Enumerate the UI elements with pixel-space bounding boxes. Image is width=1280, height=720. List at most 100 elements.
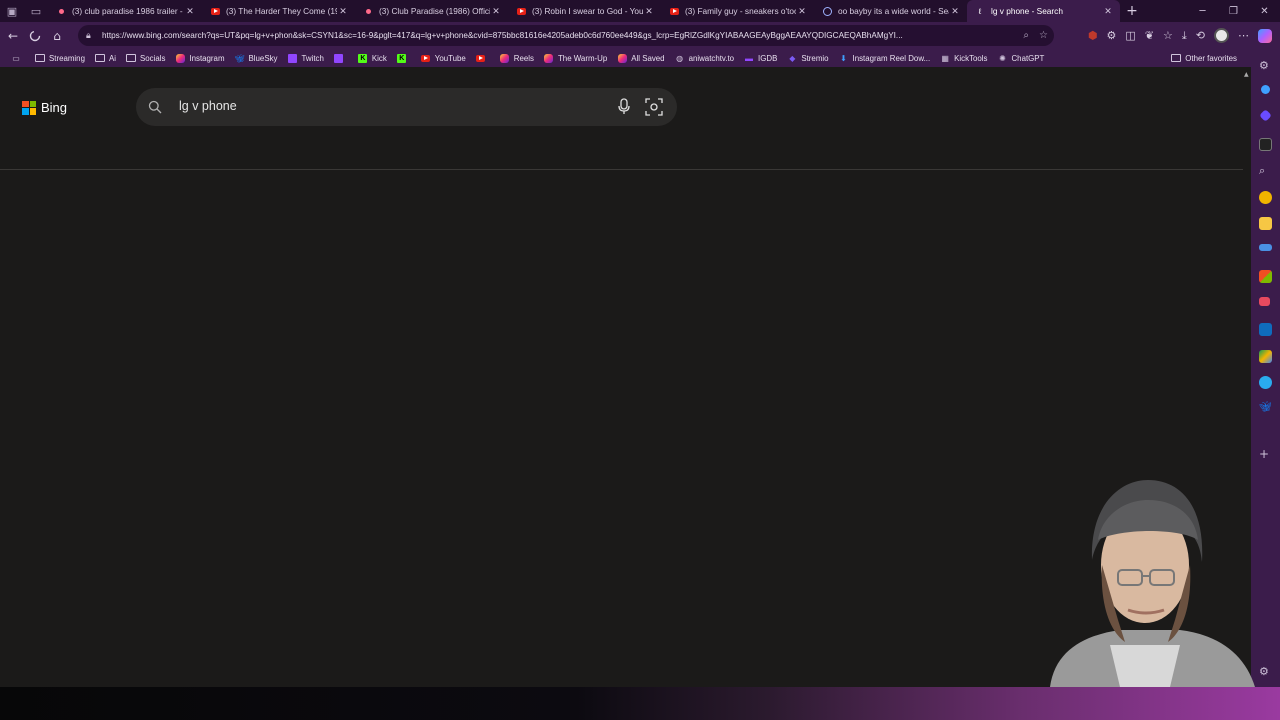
kick-icon: K (397, 53, 407, 63)
bookmark-igdb[interactable]: ▬ IGDB (739, 49, 782, 67)
close-icon[interactable]: ✕ (184, 6, 196, 17)
visual-search-icon[interactable] (645, 98, 663, 116)
url-text[interactable]: https://www.bing.com/search?qs=UT&pq=lg+… (102, 31, 1012, 40)
bookmark-label: All Saved (631, 53, 665, 63)
copilot-sidebar-icon[interactable] (1261, 85, 1270, 94)
outlook-icon[interactable] (1259, 323, 1272, 336)
address-bar[interactable]: 🔒︎ https://www.bing.com/search?qs=UT&pq=… (78, 25, 1054, 46)
bookmark-instagram[interactable]: Instagram (170, 49, 229, 67)
instagram-icon (544, 53, 554, 63)
stop-loading-button[interactable] (24, 25, 46, 47)
history-icon[interactable]: ⟲ (1196, 29, 1205, 42)
sidebar-settings-icon[interactable]: ⚙︎ (1259, 665, 1272, 678)
bookmark-label: Instagram (189, 53, 225, 63)
bookmark-all-saved[interactable]: All Saved (612, 49, 669, 67)
bookmark-the-warm-up[interactable]: The Warm-Up (539, 49, 612, 67)
close-icon[interactable]: ✕ (337, 6, 349, 17)
scroll-up-icon[interactable]: ▲ (1244, 71, 1249, 78)
close-icon[interactable]: ✕ (949, 6, 961, 17)
tab-title: lg v phone - Search (991, 6, 1063, 16)
ublock-icon[interactable]: ⬢ (1088, 29, 1098, 42)
bookmark-chatgpt[interactable]: ✺ ChatGPT (992, 49, 1049, 67)
office-icon[interactable] (1259, 270, 1272, 283)
tab-title: (3) club paradise 1986 trailer - Y (72, 6, 184, 16)
tab-6[interactable]: ℓ lg v phone - Search ✕ (967, 0, 1120, 22)
bookmark-youtube[interactable]: YouTube (416, 49, 471, 67)
search-sidebar-icon[interactable]: ⌕ (1259, 164, 1272, 177)
tab-title: (3) Club Paradise (1986) Official (379, 6, 490, 16)
twitch-icon (334, 53, 344, 63)
favorites-icon[interactable]: ☆ (1163, 29, 1173, 42)
bookmarks-menu-icon[interactable]: ▭ (6, 49, 30, 67)
chatgpt-icon: ✺ (999, 53, 1006, 63)
bluesky-icon: 🦋︎ (234, 53, 245, 63)
home-button[interactable]: ⌂ (46, 25, 68, 47)
twitch-icon (287, 53, 297, 63)
bookmark-twitch[interactable]: Twitch (282, 49, 328, 67)
bookmark-kick[interactable]: K Kick (353, 49, 392, 67)
back-button[interactable]: ← (2, 25, 24, 47)
tab-2[interactable]: (3) Club Paradise (1986) Official ✕ (355, 0, 508, 22)
bookmark-label: The Warm-Up (557, 53, 608, 63)
close-icon[interactable]: ✕ (643, 6, 655, 17)
close-icon[interactable]: ✕ (796, 6, 808, 17)
collections-icon[interactable]: ❦ (1145, 29, 1154, 42)
bookmark-streaming[interactable]: Streaming (30, 49, 90, 67)
profile-avatar[interactable] (1214, 28, 1229, 43)
drive-icon[interactable] (1259, 350, 1272, 363)
notes-icon[interactable] (1259, 217, 1272, 230)
bookmark-reels[interactable]: Reels (495, 49, 539, 67)
bookmark-ai[interactable]: Ai (90, 49, 121, 67)
bing-logo[interactable]: Bing (22, 100, 67, 115)
settings-icon[interactable]: ⚙︎ (1259, 59, 1272, 72)
tools-icon[interactable] (1259, 138, 1272, 151)
favorite-star-icon[interactable]: ☆ (1039, 30, 1048, 41)
tab-5[interactable]: oo bayby its a wide world - Sear ✕ (814, 0, 967, 22)
close-window-button[interactable]: ✕ (1249, 0, 1280, 22)
tab-0[interactable]: (3) club paradise 1986 trailer - Y ✕ (48, 0, 202, 22)
downloads-icon[interactable]: ⤓ (1182, 29, 1187, 43)
bookmark-label: KickTools (954, 53, 988, 63)
address-bar-actions: ⌕ ☆ (1023, 25, 1048, 46)
browser-menu-icon[interactable]: ▣ (0, 0, 24, 22)
split-screen-icon[interactable]: ◫ (1125, 29, 1135, 42)
bookmark-socials[interactable]: Socials (121, 49, 170, 67)
add-icon[interactable]: + (1259, 447, 1272, 461)
search-box[interactable]: lg v phone (136, 88, 677, 126)
tab-3[interactable]: (3) Robin I swear to God - YouTu ✕ (508, 0, 661, 22)
other-favorites[interactable]: Other favorites (1166, 49, 1242, 67)
telegram-icon[interactable] (1259, 376, 1272, 389)
bookmark-aniwatch[interactable]: ◍ aniwatchtv.to (670, 49, 739, 67)
bookmark-bluesky[interactable]: 🦋︎ BlueSky (230, 49, 283, 67)
tab-actions-icon[interactable]: ▭ (24, 0, 48, 22)
chart-icon[interactable] (1259, 297, 1270, 306)
instagram-icon (617, 53, 627, 63)
bookmark-twitch-2[interactable] (329, 49, 353, 67)
games-icon[interactable] (1259, 191, 1272, 204)
close-icon[interactable]: ✕ (490, 6, 502, 17)
bookmark-instagram-reel-downloader[interactable]: ⬇ Instagram Reel Dow... (834, 49, 936, 67)
bookmark-stremio[interactable]: ◆ Stremio (782, 49, 833, 67)
instagram-icon (500, 53, 510, 63)
bluesky-sidebar-icon[interactable]: 🦋︎ (1259, 402, 1272, 415)
globe-icon: ◍ (676, 53, 684, 63)
close-icon[interactable]: ✕ (1102, 6, 1114, 17)
new-tab-button[interactable]: + (1120, 3, 1144, 19)
search-query-input[interactable]: lg v phone (179, 99, 237, 113)
tab-1[interactable]: (3) The Harder They Come (197 ✕ (202, 0, 355, 22)
extensions-icon[interactable]: ⚙︎ (1107, 29, 1117, 42)
bookmark-kicktools[interactable]: ▦ KickTools (935, 49, 992, 67)
more-menu-icon[interactable]: ⋯ (1238, 29, 1249, 42)
folder-icon (94, 53, 105, 63)
bookmark-label: Streaming (49, 53, 85, 63)
layers-icon[interactable] (1259, 244, 1272, 251)
bookmark-kick-2[interactable]: K (392, 49, 416, 67)
copilot-icon[interactable] (1258, 28, 1272, 43)
zoom-icon[interactable]: ⌕ (1023, 30, 1029, 41)
restore-button[interactable]: ❐ (1218, 0, 1249, 22)
minimize-button[interactable]: ─ (1187, 0, 1218, 22)
shopping-icon[interactable] (1259, 109, 1272, 122)
tab-4[interactable]: (3) Family guy - sneakers o'tool ✕ (661, 0, 814, 22)
microphone-icon[interactable] (617, 98, 631, 116)
bookmark-youtube-2[interactable] (471, 49, 495, 67)
